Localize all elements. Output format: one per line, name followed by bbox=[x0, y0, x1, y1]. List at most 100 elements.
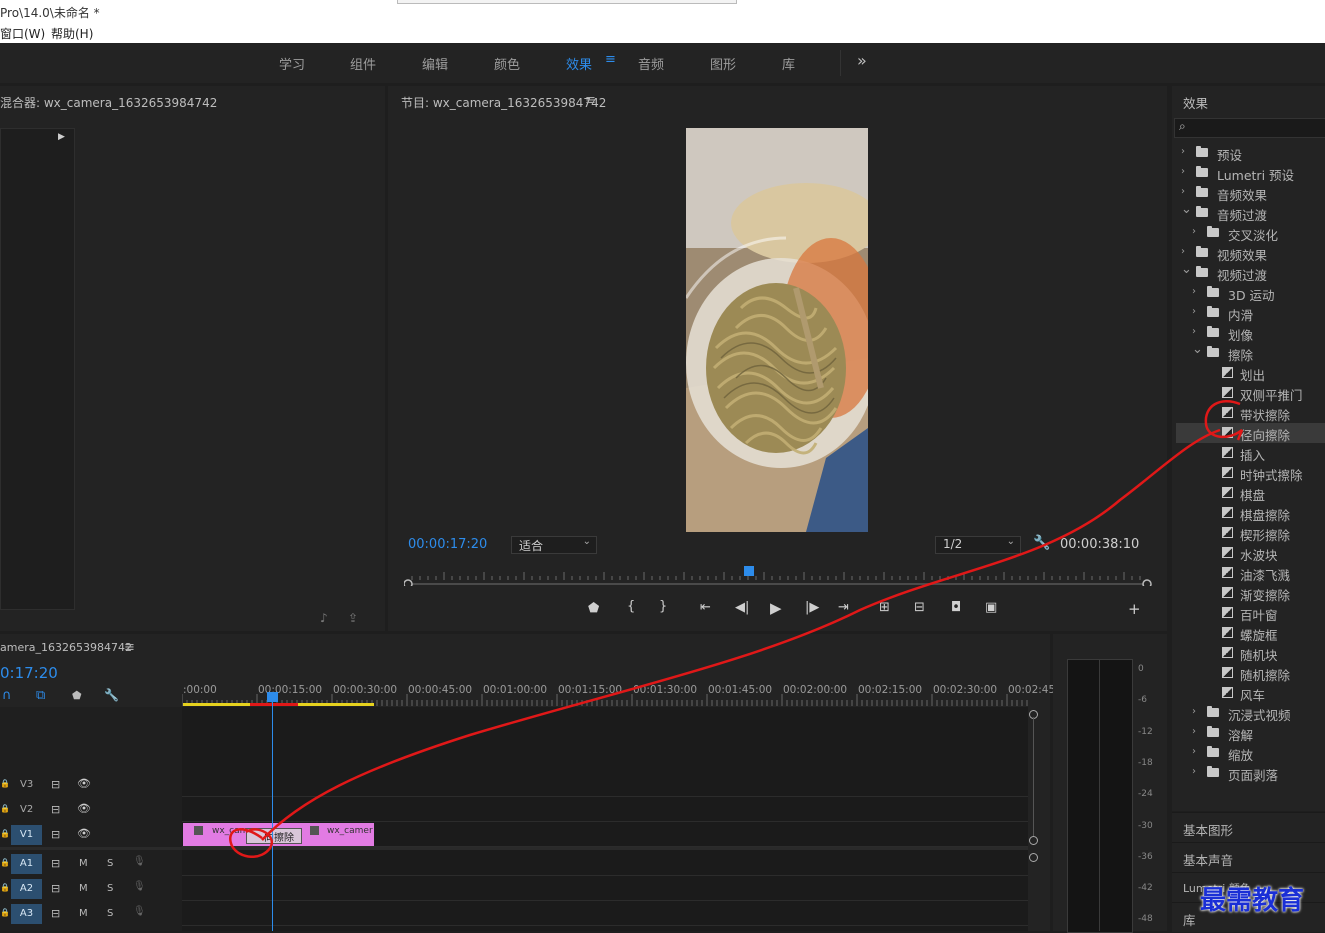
eye-icon[interactable]: 👁 bbox=[77, 777, 91, 790]
transition-radial-wipe[interactable]: 向擦除 bbox=[246, 828, 302, 844]
track-header-a2[interactable]: 🔒 A2 ⊟ M S 🎙 bbox=[0, 877, 182, 901]
effects-search-input[interactable]: ⌕ bbox=[1174, 118, 1325, 138]
chevron-down-icon[interactable]: ⌄ bbox=[1181, 202, 1192, 217]
workspace-assembly[interactable]: 组件 bbox=[350, 54, 376, 73]
add-marker-icon[interactable]: ⬟ bbox=[588, 601, 599, 616]
lock-icon[interactable]: 🔒 bbox=[0, 779, 10, 788]
track-target-v1[interactable]: V1 bbox=[11, 825, 42, 845]
sync-lock-icon[interactable]: ⊟ bbox=[51, 828, 60, 841]
panel-essential-graphics[interactable]: 基本图形 bbox=[1172, 812, 1325, 842]
chevron-down-icon[interactable]: ⌄ bbox=[1192, 342, 1203, 357]
effects-tree-row[interactable]: 棋盘擦除 bbox=[1176, 503, 1325, 523]
chevron-right-icon[interactable]: › bbox=[1192, 746, 1196, 757]
lock-icon[interactable]: 🔒 bbox=[0, 804, 10, 813]
linked-selection-icon[interactable]: ⧉ bbox=[36, 688, 45, 703]
track-header-a3[interactable]: 🔒 A3 ⊟ M S 🎙 bbox=[0, 902, 182, 926]
resolution-dropdown[interactable]: 1/2 ⌄ bbox=[935, 536, 1021, 554]
mute-button[interactable]: M bbox=[79, 908, 88, 919]
effects-tree-row[interactable]: 百叶窗 bbox=[1176, 603, 1325, 623]
effects-tree-row[interactable]: 带状擦除 bbox=[1176, 403, 1325, 423]
chevron-right-icon[interactable]: › bbox=[1181, 186, 1185, 197]
effects-tree-row[interactable]: 随机块 bbox=[1176, 643, 1325, 663]
effects-tree-row[interactable]: 油漆飞溅 bbox=[1176, 563, 1325, 583]
sync-lock-icon[interactable]: ⊟ bbox=[51, 857, 60, 870]
lock-icon[interactable]: 🔒 bbox=[0, 829, 10, 838]
camera-icon[interactable]: ◘ bbox=[951, 600, 961, 615]
eye-icon[interactable]: 👁 bbox=[77, 802, 91, 815]
track-name-v3[interactable]: V3 bbox=[20, 779, 33, 790]
timeline-playhead[interactable] bbox=[267, 692, 278, 702]
workspace-editing[interactable]: 编辑 bbox=[422, 54, 448, 73]
microphone-icon[interactable]: 🎙 bbox=[133, 856, 146, 867]
track-header-a1[interactable]: 🔒 A1 ⊟ M S 🎙 bbox=[0, 852, 182, 876]
chevron-right-icon[interactable]: › bbox=[1192, 766, 1196, 777]
wrench-icon[interactable]: 🔧 bbox=[1033, 535, 1050, 551]
chevron-right-icon[interactable]: › bbox=[1192, 706, 1196, 717]
zoom-dropdown[interactable]: 适合 ⌄ bbox=[511, 536, 597, 554]
effects-tree-row[interactable]: 插入 bbox=[1176, 443, 1325, 463]
mark-out-icon[interactable]: } bbox=[659, 599, 667, 614]
workspace-libraries[interactable]: 库 bbox=[782, 54, 795, 73]
effects-tree-row[interactable]: 双侧平推门 bbox=[1176, 383, 1325, 403]
workspace-audio[interactable]: 音频 bbox=[638, 54, 664, 73]
clip-v1[interactable]: wx_cam 向擦除 wx_camer bbox=[183, 823, 374, 846]
step-forward-icon[interactable]: |▶ bbox=[805, 600, 819, 615]
effects-tree-row[interactable]: › 沉浸式视频 bbox=[1176, 703, 1325, 723]
track-header-v1[interactable]: 🔒 V1 ⊟ 👁 bbox=[0, 823, 182, 847]
program-scrubber[interactable] bbox=[403, 566, 1152, 589]
effects-tree-row[interactable]: 随机擦除 bbox=[1176, 663, 1325, 683]
chevron-right-icon[interactable]: › bbox=[1181, 166, 1185, 177]
lock-icon[interactable]: 🔒 bbox=[0, 858, 10, 867]
timeline-timecode[interactable]: 0:17:20 bbox=[0, 664, 58, 682]
eye-icon[interactable]: 👁 bbox=[77, 827, 91, 840]
workspace-color[interactable]: 颜色 bbox=[494, 54, 520, 73]
effects-tree-row[interactable]: 楔形擦除 bbox=[1176, 523, 1325, 543]
effects-tree-row[interactable]: › 预设 bbox=[1176, 143, 1325, 163]
workspace-effects[interactable]: 效果 bbox=[566, 54, 592, 73]
panel-essential-sound[interactable]: 基本声音 bbox=[1172, 842, 1325, 872]
effects-tree-row[interactable]: › 缩放 bbox=[1176, 743, 1325, 763]
scroll-handle[interactable] bbox=[1029, 836, 1038, 845]
extract-icon[interactable]: ⊟ bbox=[914, 600, 925, 615]
mark-in-icon[interactable]: { bbox=[627, 599, 635, 614]
mute-button[interactable]: M bbox=[79, 883, 88, 894]
step-back-icon[interactable]: ◀| bbox=[735, 600, 749, 615]
expand-arrow-icon[interactable]: ▶ bbox=[58, 132, 65, 142]
sync-lock-icon[interactable]: ⊟ bbox=[51, 907, 60, 920]
video-audio-separator[interactable] bbox=[0, 847, 1028, 850]
solo-button[interactable]: S bbox=[107, 883, 113, 894]
track-header-v3[interactable]: 🔒 V3 ⊟ 👁 bbox=[0, 773, 182, 797]
menu-help[interactable]: 帮助(H) bbox=[51, 25, 93, 42]
workspace-learn[interactable]: 学习 bbox=[279, 54, 305, 73]
effects-tree-row[interactable]: › 划像 bbox=[1176, 323, 1325, 343]
compare-icon[interactable]: ▣ bbox=[985, 600, 997, 615]
effects-tree-row[interactable]: 划出 bbox=[1176, 363, 1325, 383]
track-header-v2[interactable]: 🔒 V2 ⊟ 👁 bbox=[0, 798, 182, 822]
more-workspaces-icon[interactable]: » bbox=[857, 51, 867, 70]
chevron-right-icon[interactable]: › bbox=[1192, 306, 1196, 317]
go-to-out-icon[interactable]: ⇥ bbox=[838, 600, 849, 615]
workspace-menu-icon[interactable]: ≡ bbox=[605, 52, 616, 67]
wrench-icon[interactable]: 🔧 bbox=[104, 688, 119, 702]
effects-tree-row[interactable]: ⌄ 视频过渡 bbox=[1176, 262, 1325, 283]
effects-tree-row[interactable]: › 页面剥落 bbox=[1176, 763, 1325, 783]
effects-tree-row[interactable]: 渐变擦除 bbox=[1176, 583, 1325, 603]
lock-icon[interactable]: 🔒 bbox=[0, 883, 10, 892]
effects-tree-row[interactable]: ⌄ 音频过渡 bbox=[1176, 202, 1325, 223]
microphone-icon[interactable]: 🎙 bbox=[133, 906, 146, 917]
go-to-in-icon[interactable]: ⇤ bbox=[700, 600, 711, 615]
effects-tree-row[interactable]: › 交叉淡化 bbox=[1176, 223, 1325, 243]
add-marker-icon[interactable]: ⬟ bbox=[72, 689, 82, 702]
effects-tree-row[interactable]: › 3D 运动 bbox=[1176, 283, 1325, 303]
program-menu-icon[interactable]: ≡ bbox=[585, 93, 596, 108]
effects-tree-row[interactable]: 螺旋框 bbox=[1176, 623, 1325, 643]
lift-icon[interactable]: ⊞ bbox=[879, 600, 890, 615]
effects-tree-row[interactable]: › 内滑 bbox=[1176, 303, 1325, 323]
effects-tree-row[interactable]: › 溶解 bbox=[1176, 723, 1325, 743]
mute-button[interactable]: M bbox=[79, 858, 88, 869]
effects-tree-row[interactable]: 棋盘 bbox=[1176, 483, 1325, 503]
sync-lock-icon[interactable]: ⊟ bbox=[51, 803, 60, 816]
audio-icon[interactable]: ♪ bbox=[320, 611, 328, 625]
chevron-right-icon[interactable]: › bbox=[1192, 286, 1196, 297]
effects-tree-row[interactable]: 时钟式擦除 bbox=[1176, 463, 1325, 483]
